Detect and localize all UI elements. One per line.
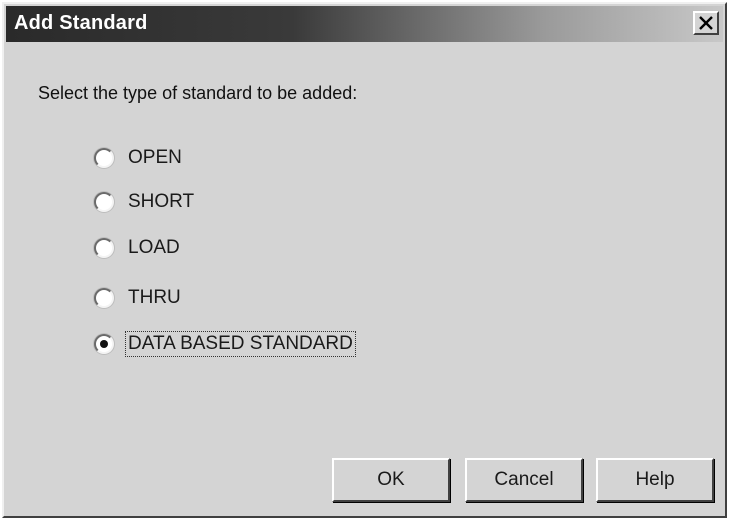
radio-option-short[interactable]: SHORT bbox=[94, 187, 196, 217]
title-bar[interactable]: Add Standard bbox=[6, 6, 723, 42]
radio-option-open[interactable]: OPEN bbox=[94, 143, 184, 173]
radio-label[interactable]: SHORT bbox=[126, 190, 196, 214]
radio-button[interactable] bbox=[94, 288, 114, 308]
ok-button[interactable]: OK bbox=[332, 458, 450, 502]
radio-option-load[interactable]: LOAD bbox=[94, 233, 182, 263]
add-standard-dialog: Add Standard Select the type of standard… bbox=[2, 2, 727, 518]
radio-button-selected[interactable] bbox=[94, 334, 114, 354]
radio-button[interactable] bbox=[94, 192, 114, 212]
radio-label[interactable]: THRU bbox=[126, 286, 183, 310]
radio-option-data-based-standard[interactable]: DATA BASED STANDARD bbox=[94, 329, 356, 359]
dialog-title: Add Standard bbox=[14, 12, 148, 34]
close-icon bbox=[699, 16, 713, 30]
radio-button[interactable] bbox=[94, 148, 114, 168]
radio-dot-icon bbox=[100, 340, 108, 348]
radio-label[interactable]: OPEN bbox=[126, 146, 184, 170]
radio-label[interactable]: LOAD bbox=[126, 236, 182, 260]
cancel-button[interactable]: Cancel bbox=[465, 458, 583, 502]
radio-button[interactable] bbox=[94, 238, 114, 258]
close-button[interactable] bbox=[693, 11, 719, 35]
help-button[interactable]: Help bbox=[596, 458, 714, 502]
radio-option-thru[interactable]: THRU bbox=[94, 283, 183, 313]
prompt-label: Select the type of standard to be added: bbox=[38, 83, 358, 103]
radio-label[interactable]: DATA BASED STANDARD bbox=[125, 331, 356, 357]
